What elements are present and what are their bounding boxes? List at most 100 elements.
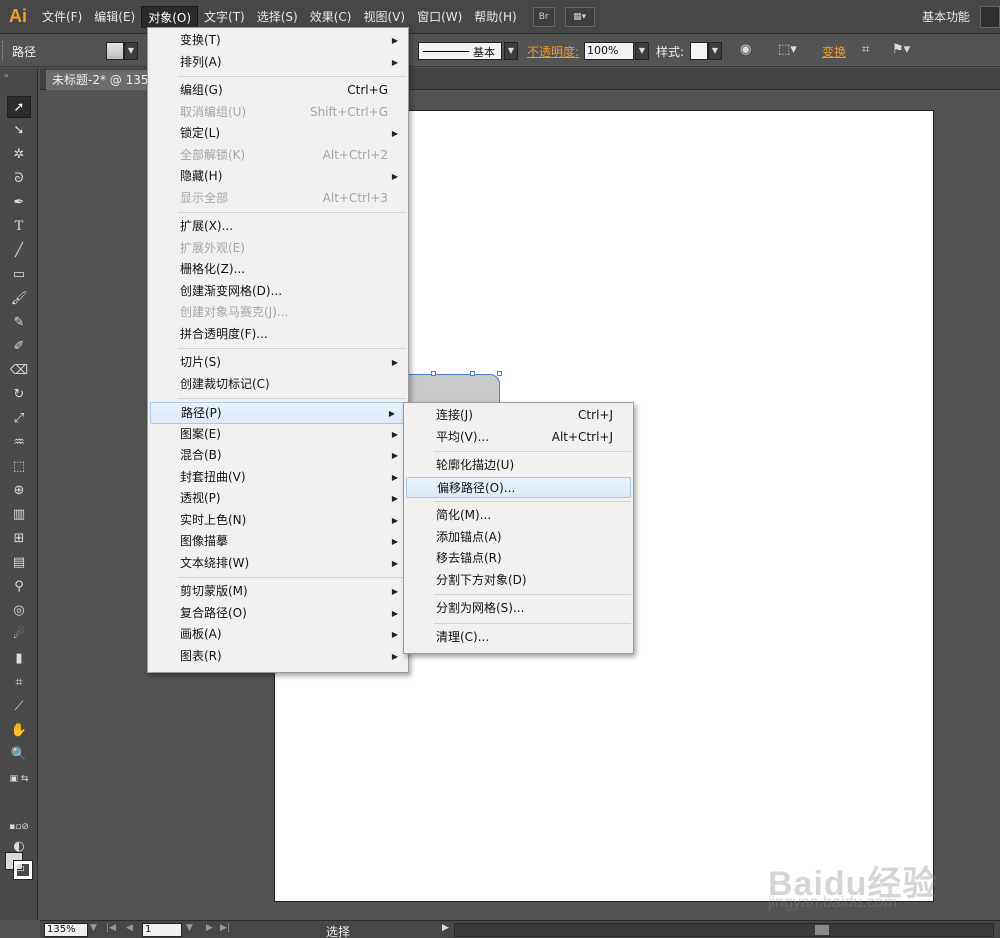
screen-mode-icon[interactable]: ▭ xyxy=(7,858,31,880)
menu-item-pattern[interactable]: 图案(E) ▶ xyxy=(148,424,408,446)
blob-brush-tool-icon[interactable]: ✐ xyxy=(7,336,31,358)
menu-item-graph[interactable]: 图表(R) ▶ xyxy=(148,646,408,668)
menu-select[interactable]: 选择(S) xyxy=(251,6,304,28)
menu-item-join[interactable]: 连接(J) Ctrl+J xyxy=(404,405,633,427)
drawing-mode-icon[interactable]: ◐ xyxy=(7,836,31,858)
paintbrush-tool-icon[interactable]: 🖌 xyxy=(7,288,31,310)
eyedropper-tool-icon[interactable]: ⚲ xyxy=(7,576,31,598)
menu-item-expand[interactable]: 扩展(X)... xyxy=(148,216,408,238)
menu-item-artboards[interactable]: 画板(A) ▶ xyxy=(148,624,408,646)
line-tool-icon[interactable]: ╱ xyxy=(7,240,31,262)
menu-item-arrange[interactable]: 排列(A) ▶ xyxy=(148,52,408,74)
stroke-dropdown-icon[interactable]: ▼ xyxy=(504,42,518,60)
anchor-handle[interactable] xyxy=(497,371,502,376)
graph-tool-icon[interactable]: ▮ xyxy=(7,648,31,670)
scale-tool-icon[interactable]: ⤢ xyxy=(7,408,31,430)
isolate-icon[interactable]: ⌗ xyxy=(862,42,869,57)
previous-artboard-icon[interactable]: ◀ xyxy=(126,923,133,933)
menu-item-compound-path[interactable]: 复合路径(O) ▶ xyxy=(148,603,408,625)
menu-item-perspective[interactable]: 透视(P) ▶ xyxy=(148,488,408,510)
opacity-dropdown-icon[interactable]: ▼ xyxy=(635,42,649,60)
menu-object[interactable]: 对象(O) xyxy=(141,5,199,28)
menu-item-outline-stroke[interactable]: 轮廓化描边(U) xyxy=(404,455,633,477)
rectangle-tool-icon[interactable]: ▭ xyxy=(7,264,31,286)
gradient-tool-icon[interactable]: ▤ xyxy=(7,552,31,574)
artboard-number-field[interactable]: 1 xyxy=(142,923,182,937)
artboard-tool-icon[interactable]: ⌗ xyxy=(7,672,31,694)
double-arrow-icon[interactable]: » xyxy=(4,71,9,80)
menu-effect[interactable]: 效果(C) xyxy=(304,6,358,28)
opacity-input[interactable]: 100% xyxy=(584,42,634,60)
menu-item-crop-marks[interactable]: 创建裁切标记(C) xyxy=(148,374,408,396)
recolor-icon[interactable]: ◉ xyxy=(740,42,751,57)
menu-item-gradient-mesh[interactable]: 创建渐变网格(D)... xyxy=(148,281,408,303)
graphic-style-swatch[interactable] xyxy=(690,42,708,60)
menu-item-simplify[interactable]: 简化(M)... xyxy=(404,505,633,527)
menu-item-clean-up[interactable]: 清理(C)... xyxy=(404,627,633,649)
first-artboard-icon[interactable]: |◀ xyxy=(106,923,116,933)
menu-type[interactable]: 文字(T) xyxy=(198,6,251,28)
default-colors-icon[interactable]: ▣ ⇆ xyxy=(7,768,31,790)
menu-help[interactable]: 帮助(H) xyxy=(468,6,522,28)
workspace-switcher[interactable]: 基本功能 xyxy=(922,8,970,25)
opacity-link[interactable]: 不透明度: xyxy=(527,43,579,60)
transform-link[interactable]: 变换 xyxy=(822,43,846,60)
menu-item-live-paint[interactable]: 实时上色(N) ▶ xyxy=(148,510,408,532)
slice-tool-icon[interactable]: ⟋ xyxy=(7,696,31,718)
rotate-tool-icon[interactable]: ↻ xyxy=(7,384,31,406)
menu-item-lock[interactable]: 锁定(L) ▶ xyxy=(148,123,408,145)
align-icon[interactable]: ⬚▾ xyxy=(778,42,797,57)
status-menu-icon[interactable]: ▶ xyxy=(442,923,449,933)
pencil-tool-icon[interactable]: ✎ xyxy=(7,312,31,334)
pen-tool-icon[interactable]: ✒ xyxy=(7,192,31,214)
menu-item-group[interactable]: 编组(G) Ctrl+G xyxy=(148,80,408,102)
artboard-dropdown-icon[interactable]: ▼ xyxy=(186,923,193,933)
style-dropdown-icon[interactable]: ▼ xyxy=(708,42,722,60)
menu-item-divide-objects-below[interactable]: 分割下方对象(D) xyxy=(404,570,633,592)
zoom-level-field[interactable]: 135% xyxy=(44,923,88,937)
menu-item-add-anchor-points[interactable]: 添加锚点(A) xyxy=(404,527,633,549)
blend-tool-icon[interactable]: ◎ xyxy=(7,600,31,622)
direct-selection-tool-icon[interactable]: ➘ xyxy=(7,120,31,142)
menu-item-rasterize[interactable]: 栅格化(Z)... xyxy=(148,259,408,281)
scrollbar-thumb[interactable] xyxy=(815,925,829,935)
menu-item-clipping-mask[interactable]: 剪切蒙版(M) ▶ xyxy=(148,581,408,603)
fill-dropdown-icon[interactable]: ▼ xyxy=(124,42,138,60)
horizontal-scrollbar[interactable] xyxy=(454,923,994,937)
menu-edit[interactable]: 编辑(E) xyxy=(88,6,141,28)
menu-item-slice[interactable]: 切片(S) ▶ xyxy=(148,352,408,374)
color-mode-icons[interactable]: ▪▫⊘ xyxy=(7,816,31,838)
fill-swatch[interactable] xyxy=(106,42,124,60)
zoom-dropdown-icon[interactable]: ▼ xyxy=(90,923,97,933)
menu-item-average[interactable]: 平均(V)... Alt+Ctrl+J xyxy=(404,427,633,449)
eraser-tool-icon[interactable]: ⌫ xyxy=(7,360,31,382)
selection-tool-icon[interactable]: ➚ xyxy=(7,96,31,118)
grip-handle[interactable] xyxy=(2,41,6,61)
menu-item-hide[interactable]: 隐藏(H) ▶ xyxy=(148,166,408,188)
menu-view[interactable]: 视图(V) xyxy=(357,6,411,28)
stroke-profile-select[interactable]: 基本 xyxy=(418,42,502,60)
zoom-tool-icon[interactable]: 🔍 xyxy=(7,744,31,766)
chevron-down-icon[interactable]: ▾ xyxy=(957,10,962,20)
menu-item-path[interactable]: 路径(P) ▶ xyxy=(150,402,406,424)
symbol-sprayer-tool-icon[interactable]: ☄ xyxy=(7,624,31,646)
mesh-tool-icon[interactable]: ⊞ xyxy=(7,528,31,550)
free-transform-tool-icon[interactable]: ⬚ xyxy=(7,456,31,478)
last-artboard-icon[interactable]: ▶| xyxy=(220,923,230,933)
anchor-handle[interactable] xyxy=(470,371,475,376)
bridge-button[interactable]: Br xyxy=(532,6,555,27)
menu-item-image-trace[interactable]: 图像描摹 ▶ xyxy=(148,531,408,553)
menu-item-offset-path[interactable]: 偏移路径(O)... xyxy=(406,476,631,498)
perspective-grid-tool-icon[interactable]: ▥ xyxy=(7,504,31,526)
menu-item-envelope-distort[interactable]: 封套扭曲(V) ▶ xyxy=(148,467,408,489)
menu-item-remove-anchor-points[interactable]: 移去锚点(R) xyxy=(404,548,633,570)
shape-builder-tool-icon[interactable]: ⊕ xyxy=(7,480,31,502)
search-field[interactable] xyxy=(980,6,1000,28)
menu-item-flatten-transparency[interactable]: 拼合透明度(F)... xyxy=(148,324,408,346)
next-artboard-icon[interactable]: ▶ xyxy=(206,923,213,933)
menu-item-blend[interactable]: 混合(B) ▶ xyxy=(148,445,408,467)
panel-menu-icon[interactable]: ⚑▾ xyxy=(892,42,910,57)
arrange-documents-icon[interactable]: ▦▾ xyxy=(564,6,595,27)
type-tool-icon[interactable]: T xyxy=(7,216,31,238)
menu-item-text-wrap[interactable]: 文本绕排(W) ▶ xyxy=(148,553,408,575)
